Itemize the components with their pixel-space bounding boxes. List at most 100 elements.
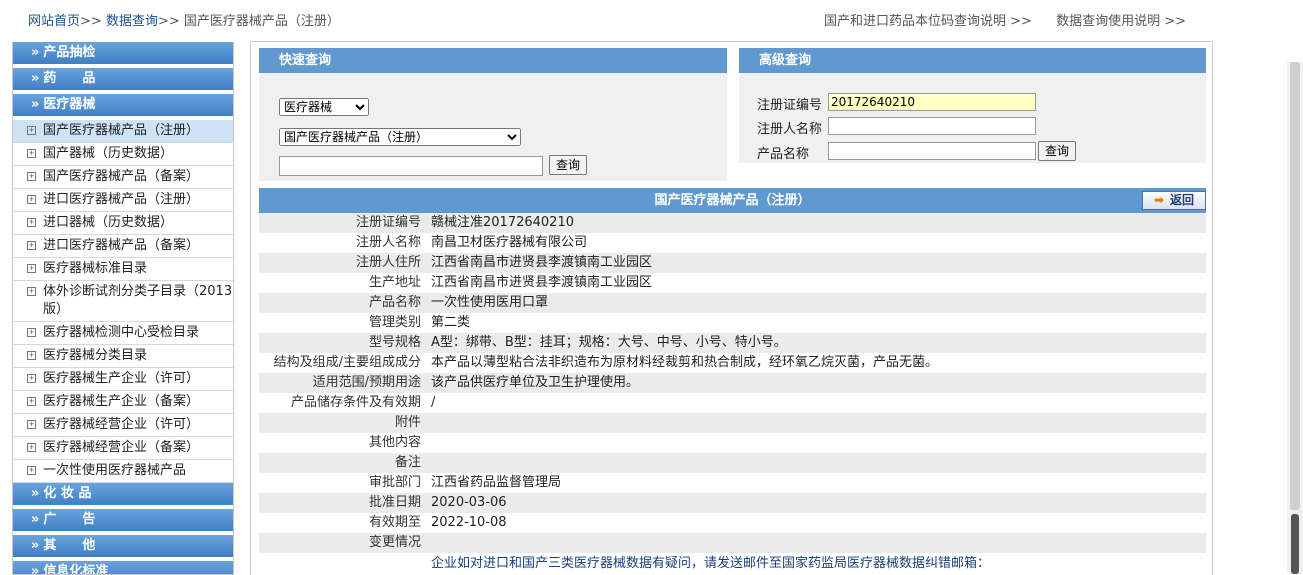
sidebar-item-label: 进口医疗器械产品（注册） [43, 192, 200, 207]
back-button[interactable]: ➡ 返回 [1142, 191, 1206, 210]
expand-box-icon: + [27, 420, 36, 429]
detail-row-value: 江西省药品监督管理局 [431, 475, 562, 490]
detail-row-label: 管理类别 [368, 315, 421, 330]
scrollbar-thumb[interactable] [1291, 514, 1299, 574]
arrow-right-icon: ➡ [1153, 193, 1165, 207]
detail-row-label: 审批部门 [368, 475, 421, 490]
quick-search-button[interactable]: 查询 [549, 155, 588, 175]
sidebar-item[interactable]: + 进口医疗器械产品（备案） [13, 235, 233, 258]
detail-row: 批准日期 2020-03-06 [259, 493, 1206, 513]
detail-row-label: 备注 [394, 455, 421, 470]
detail-row-label: 有效期至 [368, 515, 421, 530]
sidebar-item-label: 医疗器械经营企业（备案） [43, 440, 200, 455]
detail-row: 有效期至 2022-10-08 [259, 513, 1206, 533]
sidebar-item[interactable]: + 国产医疗器械产品（备案） [13, 166, 233, 189]
double-chevron-icon: » [31, 512, 40, 527]
expand-box-icon: + [27, 218, 36, 227]
sidebar-item[interactable]: + 医疗器械生产企业（许可） [13, 368, 233, 391]
detail-row-value [421, 413, 431, 433]
detail-row: 结构及组成/主要组成成分 本产品以薄型粘合法非织造布为原材料经裁剪和热合制成，经环… [259, 353, 1206, 373]
sidebar-item[interactable]: + 医疗器械检测中心受检目录 [13, 322, 233, 345]
quick-search-panel: 快速查询 医疗器械 国产医疗器械产品（注册） 查询 [259, 48, 727, 181]
registrant-input[interactable] [828, 117, 1036, 135]
sidebar-item-label: 进口器械（历史数据） [43, 215, 174, 230]
detail-row-label: 附件 [394, 415, 421, 430]
data-query-help-link[interactable]: 数据查询使用说明 >> [1056, 14, 1186, 29]
sidebar-category[interactable]: » 其 他 [13, 535, 233, 557]
sidebar-item[interactable]: + 进口器械（历史数据） [13, 212, 233, 235]
sidebar-item-label: 医疗器械生产企业（许可） [43, 371, 200, 386]
detail-row: 审批部门 江西省药品监督管理局 [259, 473, 1206, 493]
sidebar-category[interactable]: » 广 告 [13, 509, 233, 531]
detail-row: 产品名称 一次性使用医用口罩 [259, 293, 1206, 313]
expand-box-icon: + [27, 328, 36, 337]
detail-row: 适用范围/预期用途 该产品供医疗单位及卫生护理使用。 [259, 373, 1206, 393]
database-select[interactable]: 国产医疗器械产品（注册） [279, 128, 521, 146]
double-chevron-icon: » [31, 538, 40, 553]
product-name-label: 产品名称 [757, 147, 810, 162]
detail-title: 国产医疗器械产品（注册） [654, 193, 811, 208]
detail-row-label: 型号规格 [368, 335, 421, 350]
category-select[interactable]: 医疗器械 [279, 98, 369, 116]
sidebar-item[interactable]: + 医疗器械分类目录 [13, 345, 233, 368]
detail-row: 附件 [259, 413, 1206, 433]
double-chevron-icon: » [31, 564, 40, 575]
sidebar-item-label: 医疗器械分类目录 [43, 348, 148, 363]
detail-row-label: 注册证编号 [355, 215, 421, 230]
sidebar-item[interactable]: + 医疗器械经营企业（备案） [13, 437, 233, 460]
top-links: 国产和进口药品本位码查询说明 >> 数据查询使用说明 >> [824, 10, 1206, 29]
breadcrumb-separator: >> [80, 14, 102, 29]
sidebar-item[interactable]: + 一次性使用医疗器械产品 [13, 460, 233, 483]
detail-row-value: A型：绑带、B型：挂耳；规格：大号、中号、小号、特小号。 [431, 335, 787, 350]
sidebar-item-label: 国产医疗器械产品（备案） [43, 169, 200, 184]
sidebar-category-label: 医疗器械 [43, 97, 96, 112]
double-chevron-icon: » [31, 71, 40, 86]
detail-row-label: 适用范围/预期用途 [312, 375, 421, 390]
sidebar-item[interactable]: + 国产医疗器械产品（注册） [13, 120, 233, 143]
reg-no-input[interactable] [828, 93, 1036, 111]
sidebar-category[interactable]: » 信息化标准 [13, 561, 233, 575]
sidebar-item-label: 体外诊断试剂分类子目录（2013版） [43, 284, 233, 317]
breadcrumb-home-link[interactable]: 网站首页 [28, 14, 80, 29]
detail-row-label: 产品储存条件及有效期 [290, 395, 421, 410]
detail-row-label: 注册人名称 [355, 235, 421, 250]
product-name-input[interactable] [828, 142, 1036, 160]
sidebar-category-label: 其 他 [43, 538, 96, 553]
page-scrollbar[interactable] [1287, 62, 1303, 574]
detail-rows: 注册证编号 赣械注准20172640210 注册人名称 南昌卫材医疗器械有限公司 注册人… [259, 213, 1206, 553]
detail-row-value: / [431, 395, 436, 410]
breadcrumb-current: 国产医疗器械产品（注册） [183, 14, 340, 29]
sidebar-category[interactable]: » 药 品 [13, 68, 233, 90]
sidebar-item[interactable]: + 进口医疗器械产品（注册） [13, 189, 233, 212]
sidebar-item[interactable]: + 国产器械（历史数据） [13, 143, 233, 166]
detail-row-value: 本产品以薄型粘合法非织造布为原材料经裁剪和热合制成，经环氧乙烷灭菌，产品无菌。 [431, 355, 939, 370]
sidebar-item-label: 医疗器械经营企业（许可） [43, 417, 200, 432]
detail-row-label: 批准日期 [368, 495, 421, 510]
sidebar-item-label: 医疗器械生产企业（备案） [43, 394, 200, 409]
quick-search-input[interactable] [279, 156, 543, 176]
detail-row: 型号规格 A型：绑带、B型：挂耳；规格：大号、中号、小号、特小号。 [259, 333, 1206, 353]
advanced-search-button[interactable]: 查询 [1038, 141, 1077, 161]
double-chevron-icon: » [31, 45, 40, 60]
breadcrumb-query-link[interactable]: 数据查询 [106, 14, 158, 29]
detail-row-label: 其他内容 [368, 435, 421, 450]
detail-panel: 国产医疗器械产品（注册） ➡ 返回 注册证编号 赣械注准20172640210 注册人… [259, 188, 1206, 575]
sidebar-category[interactable]: » 化 妆 品 [13, 483, 233, 505]
top-bar: 网站首页>> 数据查询>> 国产医疗器械产品（注册） 国产和进口药品本位码查询说… [0, 0, 1303, 36]
detail-row-value: 江西省南昌市进贤县李渡镇南工业园区 [431, 255, 653, 270]
double-chevron-icon: » [31, 486, 40, 501]
sidebar-category[interactable]: » 产品抽检 [13, 42, 233, 64]
sidebar-item[interactable]: + 体外诊断试剂分类子目录（2013版） [13, 281, 233, 322]
sidebar-category[interactable]: » 医疗器械 [13, 94, 233, 116]
expand-box-icon: + [27, 351, 36, 360]
sidebar-item[interactable]: + 医疗器械生产企业（备案） [13, 391, 233, 414]
sidebar-item-label: 医疗器械检测中心受检目录 [43, 325, 200, 340]
breadcrumb: 网站首页>> 数据查询>> 国产医疗器械产品（注册） [28, 10, 340, 29]
detail-row-label: 结构及组成/主要组成成分 [273, 355, 421, 370]
sidebar-item-label: 国产器械（历史数据） [43, 146, 174, 161]
advanced-search-title: 高级查询 [739, 48, 1206, 73]
sidebar-item-label: 进口医疗器械产品（备案） [43, 238, 200, 253]
sidebar-item[interactable]: + 医疗器械标准目录 [13, 258, 233, 281]
sidebar-item[interactable]: + 医疗器械经营企业（许可） [13, 414, 233, 437]
code-query-help-link[interactable]: 国产和进口药品本位码查询说明 >> [824, 14, 1032, 29]
